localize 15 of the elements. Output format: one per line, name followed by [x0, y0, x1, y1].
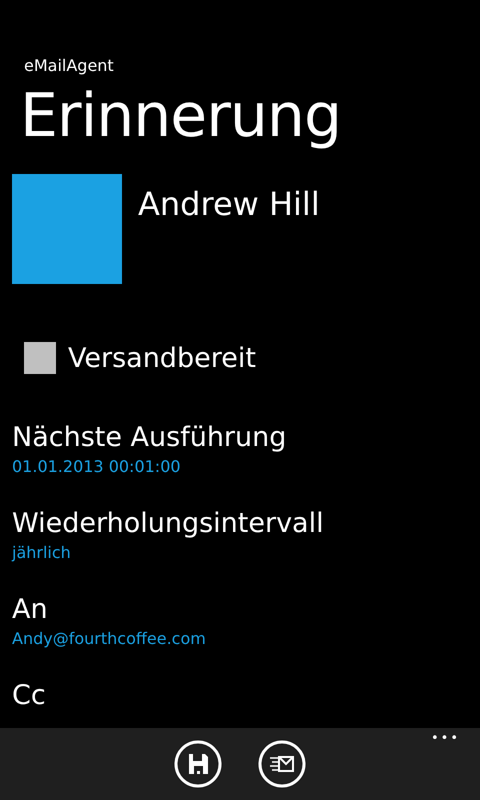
- field-value[interactable]: Andy@fourthcoffee.com: [12, 628, 468, 650]
- field-value[interactable]: 01.01.2013 00:01:00: [12, 456, 468, 478]
- contact-name: Andrew Hill: [138, 184, 320, 225]
- checkbox-label: Versandbereit: [68, 342, 256, 374]
- checkbox[interactable]: [24, 342, 56, 374]
- app-name: eMailAgent: [24, 56, 115, 76]
- page-title: Erinnerung: [20, 80, 342, 152]
- field-label: An: [12, 593, 49, 627]
- send-mail-icon[interactable]: [258, 740, 306, 788]
- save-icon[interactable]: [174, 740, 222, 788]
- field-label: Wiederholungsintervall: [12, 507, 325, 541]
- field-value[interactable]: jährlich: [12, 542, 468, 564]
- more-button[interactable]: •••: [430, 728, 460, 750]
- field-label: Cc: [12, 679, 47, 713]
- field-label: Nächste Ausführung: [12, 421, 288, 455]
